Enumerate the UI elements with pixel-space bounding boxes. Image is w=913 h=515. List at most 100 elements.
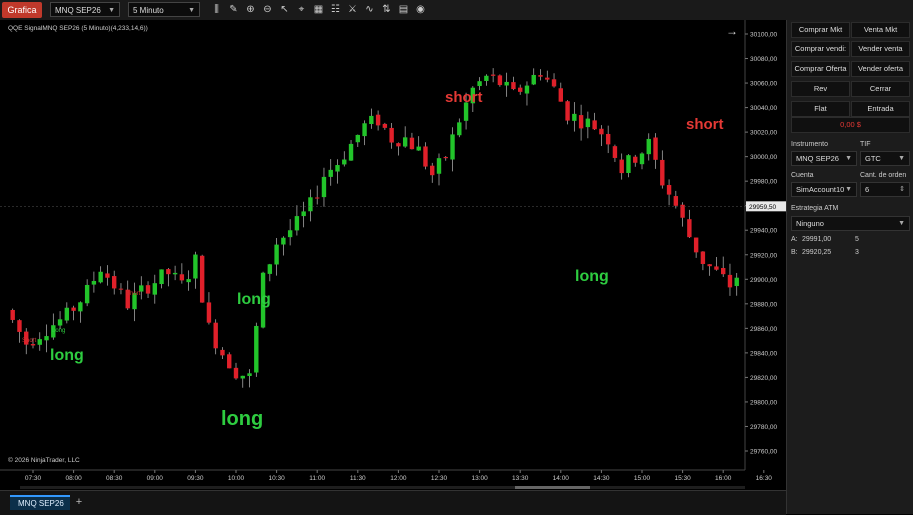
template-icon[interactable]: ▤ — [397, 3, 410, 16]
candle-body — [477, 81, 482, 87]
atm-strategy-label: Estrategia ATM — [791, 205, 839, 212]
buy-bid-button[interactable]: Comprar vendi: — [791, 41, 850, 57]
candle-body — [274, 244, 279, 265]
signal-long-label: long — [575, 268, 609, 285]
price-tick-label: 30040,00 — [750, 105, 777, 112]
instrument-selector[interactable]: MNQ SEP26 ▼ — [50, 2, 120, 17]
scroll-to-end-icon[interactable]: → — [726, 24, 738, 38]
tab-mnq-sep26[interactable]: MNQ SEP26 — [10, 495, 70, 510]
stepper-arrows-icon[interactable]: ⇕ — [899, 183, 905, 196]
flat-button[interactable]: Flat — [791, 101, 850, 117]
entry-button[interactable]: Entrada — [851, 101, 910, 117]
candle-body — [450, 134, 455, 160]
chevron-down-icon: ▼ — [108, 7, 115, 14]
reverse-button[interactable]: Rev — [791, 81, 850, 97]
candle-body — [44, 336, 49, 341]
sell-bid-button[interactable]: Vender oferta — [851, 61, 910, 77]
account-field-value: SimAccount10 — [796, 185, 845, 194]
candle-body — [409, 137, 415, 150]
candle-body — [64, 307, 70, 321]
chevron-down-icon: ▼ — [898, 155, 905, 162]
time-tick-label: 14:30 — [593, 475, 610, 482]
candle-body — [193, 254, 198, 279]
close-position-button[interactable]: Cerrar — [851, 81, 910, 97]
candle-body — [315, 197, 320, 199]
price-tick-label: 29900,00 — [750, 277, 777, 284]
candle-body — [37, 339, 42, 345]
candle-body — [78, 302, 83, 312]
snapshot-icon[interactable]: ◉ — [414, 3, 427, 16]
time-tick-label: 13:00 — [471, 475, 488, 482]
small-signal-label: Short — [22, 338, 37, 344]
price-tick-label: 29940,00 — [750, 228, 777, 235]
candle-body — [159, 269, 164, 285]
candle-body — [430, 165, 435, 176]
buy-ask-button[interactable]: Comprar Oferta — [791, 61, 850, 77]
candlestick-chart[interactable]: 30100,00 30080,00 30060,00 30040,00 30020,00… — [0, 20, 786, 490]
chart-app-tab[interactable]: Grafica — [2, 2, 42, 18]
bars-icon[interactable]: ⫼ — [210, 3, 223, 16]
sell-ask-button[interactable]: Vender venta — [851, 41, 910, 57]
tif-field[interactable]: GTC ▼ — [860, 151, 910, 166]
candle-body — [524, 85, 530, 94]
interval-selector-value: 5 Minuto — [133, 6, 164, 15]
chevron-down-icon: ▼ — [845, 155, 852, 162]
indicators-icon[interactable]: ∿ — [363, 3, 376, 16]
cursor-icon[interactable]: ↖ — [278, 3, 291, 16]
zoom-in-icon[interactable]: ⊕ — [244, 3, 257, 16]
candle-body — [551, 79, 557, 87]
candle-body — [389, 127, 394, 143]
indicator-label: QQE SignalMNQ SEP26 (5 Minuto)(4,233,14,… — [8, 25, 148, 32]
candle-body — [518, 87, 523, 92]
candle-body — [294, 216, 300, 231]
instrument-selector-value: MNQ SEP26 — [55, 6, 101, 15]
chart-trader-icon[interactable]: ⇅ — [380, 3, 393, 16]
time-tick-label: 09:30 — [187, 475, 204, 482]
candle-body — [233, 367, 239, 379]
candle-body — [267, 264, 273, 274]
add-tab-icon[interactable]: + — [73, 495, 85, 510]
candle-body — [84, 284, 90, 304]
candle-body — [693, 237, 699, 253]
horizontal-scrollbar-track[interactable] — [20, 486, 745, 489]
candle-body — [423, 146, 428, 167]
properties-icon[interactable]: ☷ — [329, 3, 342, 16]
candle-body — [172, 272, 178, 275]
quantity-stepper[interactable]: 6 ⇕ — [860, 182, 910, 197]
time-tick-label: 15:00 — [634, 475, 651, 482]
candle-body — [287, 230, 293, 238]
price-chart[interactable]: 30100,00 30080,00 30060,00 30040,00 30020,00… — [0, 20, 786, 490]
candle-body — [727, 274, 733, 288]
small-signal-label: Short — [126, 291, 141, 297]
zoom-out-icon[interactable]: ⊖ — [261, 3, 274, 16]
time-tick-label: 11:00 — [309, 475, 325, 482]
ask-label: A: — [791, 236, 798, 243]
horizontal-scrollbar-thumb[interactable] — [515, 486, 590, 489]
atm-strategy-field[interactable]: Ninguno ▼ — [791, 216, 910, 231]
candle-body — [558, 88, 563, 102]
interval-selector[interactable]: 5 Minuto ▼ — [128, 2, 200, 17]
bid-label: B: — [791, 249, 798, 256]
instrument-field[interactable]: MNQ SEP26 ▼ — [791, 151, 857, 166]
sell-market-button[interactable]: Venta Mkt — [851, 22, 910, 38]
account-field[interactable]: SimAccount10 ▼ — [791, 182, 857, 197]
candle-body — [700, 251, 706, 264]
buy-market-button[interactable]: Comprar Mkt — [791, 22, 850, 38]
bid-price: 29920,25 — [802, 249, 832, 256]
candle-body — [626, 155, 631, 173]
price-tick-label: 29920,00 — [750, 252, 777, 259]
pencil-icon[interactable]: ✎ — [227, 3, 240, 16]
candle-body — [17, 320, 22, 332]
candle-body — [396, 143, 401, 147]
data-box-icon[interactable]: ▦ — [312, 3, 325, 16]
strategies-icon[interactable]: ⚔ — [346, 3, 359, 16]
candle-body — [578, 115, 584, 129]
price-tick-label: 29880,00 — [750, 301, 777, 308]
tif-field-value: GTC — [865, 154, 881, 163]
candle-body — [369, 115, 374, 124]
price-tick-label: 30060,00 — [750, 81, 777, 88]
crosshair-icon[interactable]: ⌖ — [295, 3, 308, 16]
price-tick-label: 29860,00 — [750, 326, 777, 333]
candle-body — [599, 128, 604, 135]
candle-body — [57, 319, 63, 326]
